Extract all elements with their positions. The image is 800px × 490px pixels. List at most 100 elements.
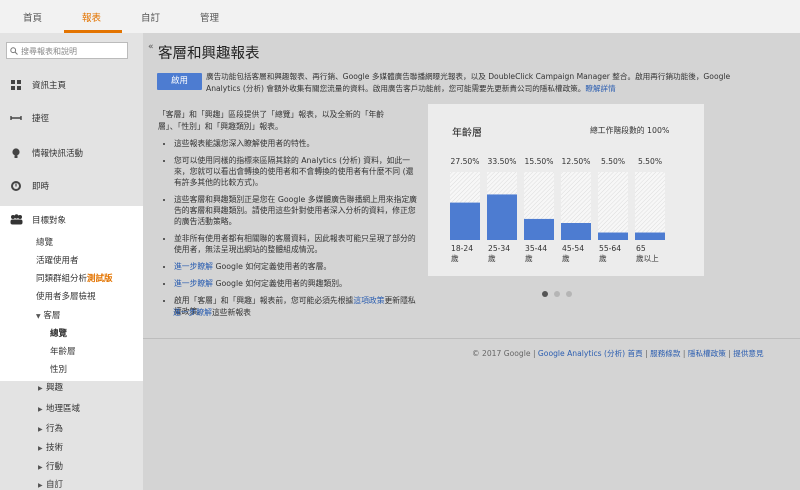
learn-interests-link[interactable]: 進一步瞭解 xyxy=(174,279,213,288)
bar xyxy=(487,194,517,240)
lightbulb-icon xyxy=(12,148,20,158)
learn-more-link[interactable]: 瞭解詳情 xyxy=(585,84,615,93)
search-input[interactable]: 搜尋報表和說明 xyxy=(6,42,128,59)
tick-label: 歲 xyxy=(562,253,570,263)
chevron-right-icon: ▶ xyxy=(38,426,43,433)
intro-text: 「客層」和「興趣」區段提供了「總覽」報表，以及全新的「年齡層」、「性別」和「興趣… xyxy=(158,110,385,131)
chevron-right-icon: ▶ xyxy=(38,406,43,413)
bar-track xyxy=(598,172,628,240)
age-link[interactable]: 年齡層 xyxy=(50,345,76,357)
tick-label: 45-54 xyxy=(562,244,584,253)
active-users-link[interactable]: 活躍使用者 xyxy=(36,254,79,266)
gender-link[interactable]: 性別 xyxy=(50,363,67,375)
tick-label: 18-24 xyxy=(451,244,473,253)
sidebar-item-label: 資訊主頁 xyxy=(32,81,67,91)
audience-overview-link[interactable]: 總覽 xyxy=(36,236,53,248)
bar xyxy=(598,232,628,240)
sidebar-item-technology[interactable]: ▶ 技術 xyxy=(38,441,63,453)
tick-label: 歲 xyxy=(451,253,459,263)
chart-title: 年齡層 xyxy=(452,128,482,139)
enable-description: 廣告功能包括客層和興趣報表、再行銷、Google 多媒體廣告聯播網曝光報表，以及… xyxy=(206,72,731,93)
sidebar-item-intelligence[interactable]: 情報快訊活動 xyxy=(0,143,143,163)
tick-label: 歲以上 xyxy=(636,253,659,263)
cohort-analysis-link[interactable]: 同類群組分析測試版 xyxy=(36,272,113,284)
search-icon xyxy=(10,47,18,55)
top-nav: 首頁 報表 自訂 管理 xyxy=(0,0,800,34)
chart-subtitle: 總工作階段數的 100% xyxy=(590,126,670,135)
list-item: 這些報表能讓您深入瞭解使用者的特性。 xyxy=(174,138,419,149)
data-label: 27.50% xyxy=(451,157,480,166)
shortcut-icon xyxy=(10,116,22,120)
data-label: 12.50% xyxy=(562,157,591,166)
chevron-down-icon: ▼ xyxy=(36,313,41,320)
footer: © 2017 Google | Google Analytics (分析) 首頁… xyxy=(472,349,764,358)
tick-label: 35-44 xyxy=(525,244,547,253)
tick-label: 歲 xyxy=(525,253,533,263)
carousel-dot[interactable] xyxy=(554,291,560,297)
tab-admin[interactable]: 管理 xyxy=(200,10,219,24)
footer-link-terms[interactable]: 服務條款 xyxy=(650,349,680,358)
tick-label: 歲 xyxy=(599,253,607,263)
tab-reports[interactable]: 報表 xyxy=(82,10,101,24)
footer-divider xyxy=(143,338,800,339)
chevron-right-icon: ▶ xyxy=(38,385,43,392)
list-item: 進一步瞭解 Google 如何定義使用者的興趣類別。 xyxy=(174,278,419,289)
search-placeholder: 搜尋報表和說明 xyxy=(21,47,77,56)
footer-link-feedback[interactable]: 提供意見 xyxy=(733,349,763,358)
sidebar-item-mobile[interactable]: ▶ 行動 xyxy=(38,460,63,472)
data-label: 5.50% xyxy=(601,157,625,166)
bar xyxy=(635,232,665,240)
sidebar-item-custom[interactable]: ▶ 自訂 xyxy=(38,478,63,490)
age-chart: 27.50%18-24歲33.50%25-34歲15.50%35-44歲12.5… xyxy=(450,157,665,263)
learn-demographics-link[interactable]: 進一步瞭解 xyxy=(174,262,213,271)
sidebar-item-label: 即時 xyxy=(32,182,50,192)
sidebar-item-interests[interactable]: ▶ 興趣 xyxy=(38,381,63,393)
carousel-dot[interactable] xyxy=(566,291,572,297)
tick-label: 歲 xyxy=(488,253,496,263)
bar xyxy=(450,202,480,240)
page-title: 客層和興趣報表 xyxy=(158,46,260,62)
learn-reports-link[interactable]: 進一步瞭解 xyxy=(173,308,212,317)
list-item: 並非所有使用者都有相關聯的客層資料，因此報表可能只呈現了部分的使用者，無法呈現出… xyxy=(174,233,419,255)
sidebar-item-shortcuts[interactable]: 捷徑 xyxy=(0,108,143,128)
feature-list: 這些報表能讓您深入瞭解使用者的特性。 您可以使用同樣的指標來區隔其餘的 Anal… xyxy=(162,138,419,323)
list-item: 這些客層和興趣類別正是您在 Google 多媒體廣告聯播網上用來指定廣告的客層和… xyxy=(174,194,419,227)
clock-icon xyxy=(11,181,21,191)
enable-button[interactable]: 啟用 xyxy=(157,73,202,90)
tab-home[interactable]: 首頁 xyxy=(23,10,42,24)
demographics-overview-link[interactable]: 總覽 xyxy=(50,327,67,339)
chevron-right-icon: ▶ xyxy=(38,445,43,452)
sidebar-item-geo[interactable]: ▶ 地理區域 xyxy=(38,402,80,414)
collapse-sidebar-icon[interactable]: « xyxy=(148,42,154,52)
tick-label: 25-34 xyxy=(488,244,510,253)
grid-icon xyxy=(11,80,21,90)
footer-link-privacy[interactable]: 隱私權政策 xyxy=(688,349,726,358)
sidebar-item-audience[interactable]: 目標對象 xyxy=(32,214,66,226)
policy-link[interactable]: 這項政策 xyxy=(353,296,384,305)
carousel-dot[interactable] xyxy=(542,291,548,297)
sidebar-item-label: 捷徑 xyxy=(32,114,50,124)
bar xyxy=(561,223,591,240)
sidebar-item-label: 情報快訊活動 xyxy=(32,149,84,159)
demographics-toggle[interactable]: ▼ 客層 xyxy=(36,309,60,321)
carousel-dots xyxy=(542,290,578,300)
sidebar-item-dashboards[interactable]: 資訊主頁 xyxy=(0,75,143,95)
list-item: 您可以使用同樣的指標來區隔其餘的 Analytics (分析) 資料，如此一來，… xyxy=(174,155,419,188)
list-item: 進一步瞭解 Google 如何定義使用者的客層。 xyxy=(174,261,419,272)
user-explorer-link[interactable]: 使用者多層檢視 xyxy=(36,290,96,302)
sidebar-item-realtime[interactable]: 即時 xyxy=(0,176,143,196)
bar xyxy=(524,218,554,240)
bar-track xyxy=(635,172,665,240)
chevron-right-icon: ▶ xyxy=(38,464,43,471)
data-label: 5.50% xyxy=(638,157,662,166)
beta-badge: 測試版 xyxy=(87,274,113,284)
footer-link-home[interactable]: Google Analytics (分析) 首頁 xyxy=(538,349,643,358)
data-label: 33.50% xyxy=(488,157,517,166)
more-reports-row: 進一步瞭解這些新報表 xyxy=(173,308,251,317)
tab-customization[interactable]: 自訂 xyxy=(141,10,160,24)
tick-label: 55-64 xyxy=(599,244,621,253)
audience-panel: 目標對象 總覽 活躍使用者 同類群組分析測試版 使用者多層檢視 ▼ 客層 總覽 … xyxy=(0,206,143,381)
sidebar-item-behavior[interactable]: ▶ 行為 xyxy=(38,422,63,434)
audience-icon xyxy=(10,214,23,225)
chevron-right-icon: ▶ xyxy=(38,482,43,489)
